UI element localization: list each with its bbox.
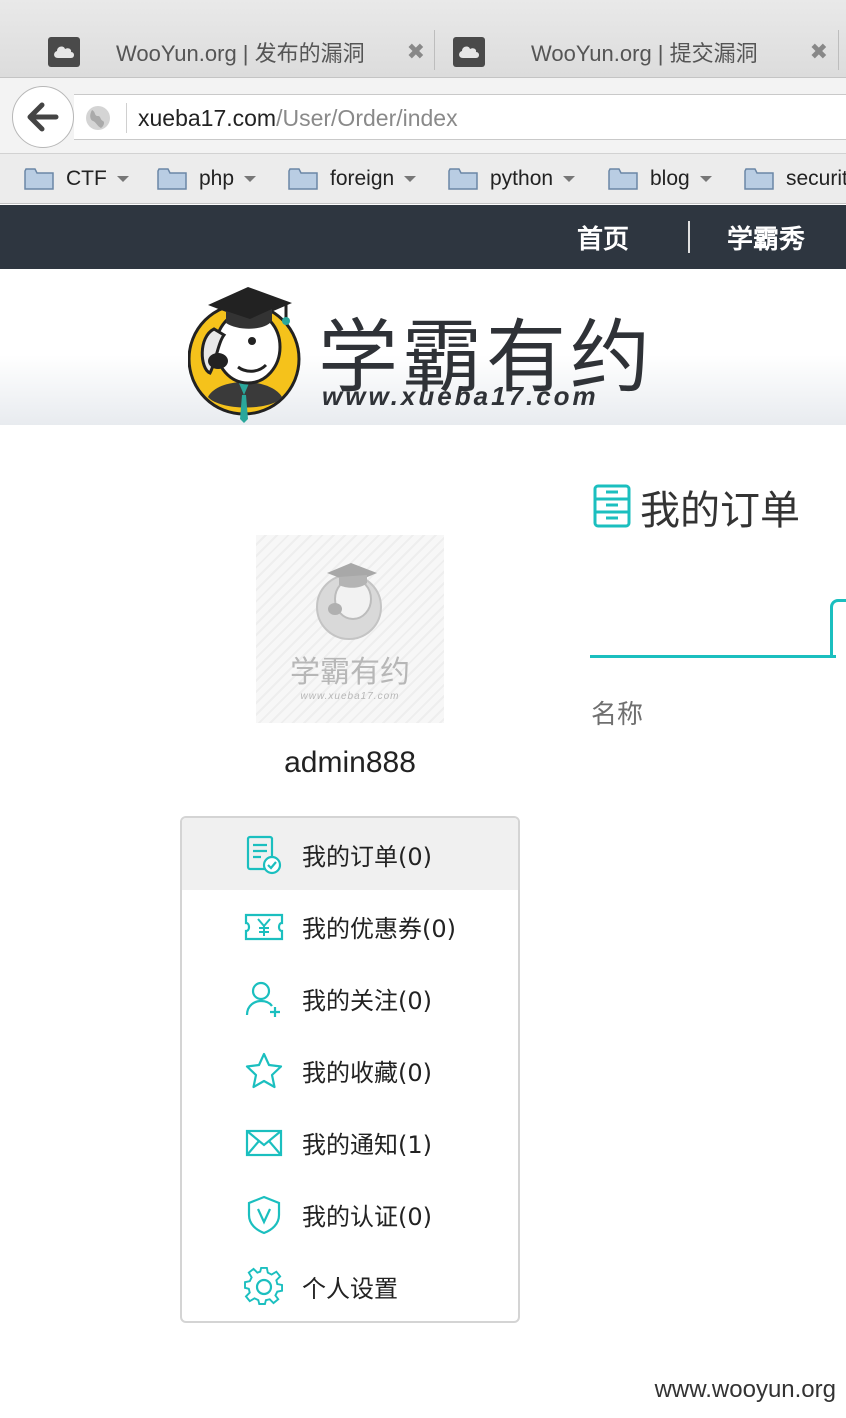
- bookmark-folder-php[interactable]: php: [157, 164, 257, 194]
- bookmark-label: securit: [786, 167, 846, 190]
- tab-title: WooYun.org | 发布的漏洞: [116, 41, 365, 66]
- chevron-down-icon: [699, 176, 712, 182]
- site-header-banner: 学霸有约 www.xueba17.com: [0, 269, 846, 425]
- arrow-left-icon: [27, 102, 59, 132]
- shield-v-icon: [247, 1195, 281, 1235]
- order-tabs-underline: [590, 655, 836, 658]
- chevron-down-icon: [563, 176, 576, 182]
- gear-icon: [244, 1267, 284, 1305]
- order-document-icon: [246, 835, 282, 875]
- nav-home-link[interactable]: 首页: [577, 219, 629, 256]
- cabinet-icon: [593, 484, 631, 528]
- sidebar-item-label: 我的认证(0): [302, 1202, 432, 1231]
- tab-close-icon[interactable]: ✖: [810, 39, 828, 65]
- dog-mascot-logo-icon[interactable]: [187, 277, 304, 430]
- browser-toolbar: xueba17.com/User/Order/index: [0, 78, 846, 154]
- sidebar-item-label: 我的优惠券(0): [302, 914, 456, 943]
- address-bar-divider: [126, 103, 127, 133]
- user-add-icon: [245, 981, 280, 1017]
- tab-close-icon[interactable]: ✖: [407, 39, 425, 65]
- browser-tab-1[interactable]: WooYun.org | 发布的漏洞 ✖: [48, 26, 425, 78]
- nav-divider: [688, 221, 690, 253]
- bookmarks-toolbar: CTF php foreign python blog securit: [0, 154, 846, 204]
- sidebar-item-verification[interactable]: 我的认证(0): [182, 1178, 518, 1250]
- folder-icon: [744, 167, 774, 191]
- avatar[interactable]: 学霸有约 www.xueba17.com: [256, 535, 444, 723]
- column-header-name: 名称: [591, 700, 644, 730]
- sidebar-item-orders[interactable]: 我的订单(0): [182, 818, 518, 890]
- folder-icon: [157, 167, 187, 191]
- url-host: xueba17.com: [138, 105, 277, 131]
- user-sidebar-menu: 我的订单(0) 我的优惠券(0) 我的关注(0) 我的收藏(0) 我的通知(1): [180, 816, 520, 1323]
- avatar-brand-text: 学霸有约: [290, 655, 410, 690]
- url-text[interactable]: xueba17.com/User/Order/index: [138, 105, 458, 132]
- bookmark-label: blog: [650, 167, 690, 190]
- star-icon: [245, 1052, 283, 1089]
- sidebar-item-following[interactable]: 我的关注(0): [182, 962, 518, 1034]
- sidebar-item-label: 我的订单(0): [302, 842, 432, 871]
- envelope-icon: [245, 1129, 283, 1157]
- chevron-down-icon: [404, 176, 417, 182]
- folder-icon: [24, 167, 54, 191]
- folder-icon: [288, 167, 318, 191]
- bookmark-folder-blog[interactable]: blog: [608, 164, 712, 194]
- sidebar-item-favorites[interactable]: 我的收藏(0): [182, 1034, 518, 1106]
- sidebar-item-coupons[interactable]: 我的优惠券(0): [182, 890, 518, 962]
- cloud-favicon-icon: [453, 37, 485, 67]
- folder-icon: [608, 167, 638, 191]
- folder-icon: [448, 167, 478, 191]
- bookmark-folder-ctf[interactable]: CTF: [24, 164, 129, 194]
- globe-icon: [84, 104, 112, 137]
- page-title: 我的订单: [640, 488, 800, 534]
- bookmark-folder-python[interactable]: python: [448, 164, 576, 194]
- order-tab-active[interactable]: [830, 599, 846, 657]
- bookmark-label: foreign: [330, 167, 395, 190]
- tab-divider: [434, 30, 435, 70]
- sidebar-item-label: 我的关注(0): [302, 986, 432, 1015]
- bookmark-folder-foreign[interactable]: foreign: [288, 164, 417, 194]
- sidebar-item-settings[interactable]: 个人设置: [182, 1250, 518, 1321]
- site-nav-bar: 首页 学霸秀: [0, 205, 846, 269]
- chevron-down-icon: [244, 176, 257, 182]
- username: admin888: [284, 746, 416, 779]
- sidebar-item-label: 我的通知(1): [302, 1130, 432, 1159]
- cloud-favicon-icon: [48, 37, 80, 67]
- coupon-yen-icon: [244, 913, 284, 941]
- bookmark-label: python: [490, 167, 554, 190]
- avatar-brand-url: www.xueba17.com: [300, 691, 400, 702]
- address-bar[interactable]: xueba17.com/User/Order/index: [74, 94, 846, 140]
- browser-tab-strip: WooYun.org | 发布的漏洞 ✖ WooYun.org | 提交漏洞 ✖: [0, 0, 846, 78]
- watermark-text: www.wooyun.org: [654, 1376, 836, 1403]
- brand-url: www.xueba17.com: [322, 381, 599, 411]
- chevron-down-icon: [116, 176, 129, 182]
- sidebar-item-label: 个人设置: [302, 1274, 398, 1303]
- nav-showcase-link[interactable]: 学霸秀: [727, 219, 805, 256]
- tab-title: WooYun.org | 提交漏洞: [531, 41, 758, 66]
- bookmark-label: php: [199, 167, 235, 190]
- sidebar-item-notifications[interactable]: 我的通知(1): [182, 1106, 518, 1178]
- sidebar-item-label: 我的收藏(0): [302, 1058, 432, 1087]
- bookmark-label: CTF: [66, 167, 107, 190]
- bookmark-folder-security[interactable]: securit: [744, 164, 846, 194]
- browser-tab-2[interactable]: WooYun.org | 提交漏洞 ✖: [453, 26, 828, 78]
- dog-avatar-placeholder-icon: [316, 563, 382, 640]
- url-path: /User/Order/index: [276, 105, 458, 131]
- back-button[interactable]: [12, 86, 74, 148]
- tab-divider: [838, 30, 839, 70]
